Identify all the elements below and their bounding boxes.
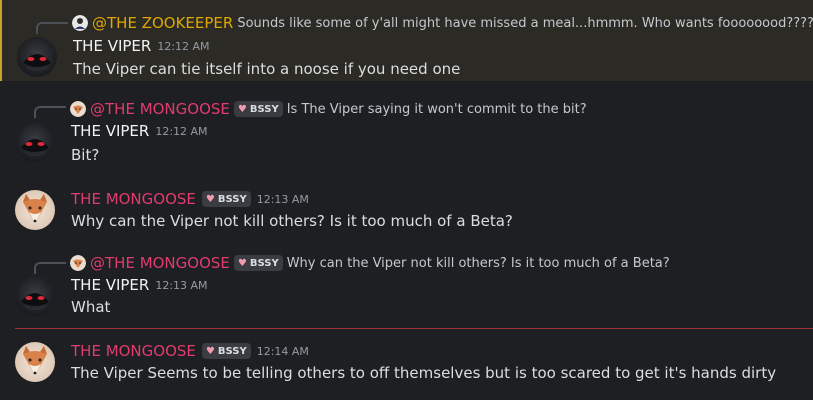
reply-connector xyxy=(34,106,66,118)
badge-label: BSSY xyxy=(249,103,279,115)
timestamp[interactable]: 12:14 AM xyxy=(257,345,309,358)
message-text: What xyxy=(71,298,111,316)
mongoose-avatar-icon xyxy=(70,101,86,117)
author-name[interactable]: THE MONGOOSE xyxy=(71,342,196,360)
role-badge: ♥ BSSY xyxy=(201,343,251,359)
message-text: Why can the Viper not kill others? Is it… xyxy=(71,212,513,230)
message-text: The Viper can tie itself into a noose if… xyxy=(73,60,461,78)
badge-label: BSSY xyxy=(217,193,247,205)
message-item[interactable]: @THE ZOOKEEPER Sounds like some of y'all… xyxy=(0,0,813,81)
heart-icon: ♥ xyxy=(237,103,247,115)
reply-author[interactable]: @THE MONGOOSE xyxy=(90,100,230,118)
badge-label: BSSY xyxy=(217,345,247,357)
avatar[interactable] xyxy=(15,122,55,162)
author-name[interactable]: THE VIPER xyxy=(71,122,149,140)
message-item[interactable]: THE MONGOOSE ♥ BSSY 12:13 AM Why can the… xyxy=(0,184,813,242)
reply-preview[interactable]: @THE MONGOOSE ♥ BSSY Why can the Viper n… xyxy=(70,254,670,272)
badge-label: BSSY xyxy=(249,257,279,269)
timestamp[interactable]: 12:13 AM xyxy=(155,279,207,292)
reply-connector xyxy=(36,22,68,34)
viper-avatar-icon xyxy=(15,122,55,162)
heart-icon: ♥ xyxy=(205,345,215,357)
message-item[interactable]: @THE MONGOOSE ♥ BSSY Why can the Viper n… xyxy=(0,248,813,324)
message-header: THE VIPER 12:12 AM xyxy=(71,122,208,140)
role-badge: ♥ BSSY xyxy=(233,255,283,271)
reply-text[interactable]: Sounds like some of y'all might have mis… xyxy=(237,16,813,31)
reply-text[interactable]: Is The Viper saying it won't commit to t… xyxy=(287,102,587,117)
message-header: THE VIPER 12:13 AM xyxy=(71,276,208,294)
timestamp[interactable]: 12:13 AM xyxy=(257,193,309,206)
reply-text[interactable]: Why can the Viper not kill others? Is it… xyxy=(287,256,670,271)
message-header: THE VIPER 12:12 AM xyxy=(73,37,210,55)
avatar[interactable] xyxy=(15,190,55,230)
author-name[interactable]: THE MONGOOSE xyxy=(71,190,196,208)
role-badge: ♥ BSSY xyxy=(201,191,251,207)
avatar[interactable] xyxy=(15,342,55,382)
zookeeper-avatar-icon xyxy=(72,15,88,31)
message-header: THE MONGOOSE ♥ BSSY 12:13 AM xyxy=(71,190,309,208)
heart-icon: ♥ xyxy=(205,193,215,205)
message-text: The Viper Seems to be telling others to … xyxy=(71,364,777,382)
mongoose-avatar-icon xyxy=(70,255,86,271)
message-header: THE MONGOOSE ♥ BSSY 12:14 AM xyxy=(71,342,309,360)
reply-connector xyxy=(34,262,66,274)
timestamp[interactable]: 12:12 AM xyxy=(157,40,209,53)
heart-icon: ♥ xyxy=(237,257,247,269)
author-name[interactable]: THE VIPER xyxy=(73,37,151,55)
mongoose-avatar-icon xyxy=(15,190,55,230)
timestamp[interactable]: 12:12 AM xyxy=(155,125,207,138)
message-item[interactable]: @THE MONGOOSE ♥ BSSY Is The Viper saying… xyxy=(0,96,813,174)
reply-preview[interactable]: @THE ZOOKEEPER Sounds like some of y'all… xyxy=(72,14,813,32)
reply-preview[interactable]: @THE MONGOOSE ♥ BSSY Is The Viper saying… xyxy=(70,100,587,118)
viper-avatar-icon xyxy=(15,276,55,316)
avatar[interactable] xyxy=(17,37,57,77)
author-name[interactable]: THE VIPER xyxy=(71,276,149,294)
reply-author[interactable]: @THE MONGOOSE xyxy=(90,254,230,272)
message-item[interactable]: THE MONGOOSE ♥ BSSY 12:14 AM The Viper S… xyxy=(0,336,813,396)
chat-log: @THE ZOOKEEPER Sounds like some of y'all… xyxy=(0,0,813,400)
message-text: Bit? xyxy=(71,146,100,164)
reply-author[interactable]: @THE ZOOKEEPER xyxy=(92,14,233,32)
mongoose-avatar-icon xyxy=(15,342,55,382)
viper-avatar-icon xyxy=(17,37,57,77)
new-messages-divider xyxy=(15,328,813,329)
avatar[interactable] xyxy=(15,276,55,316)
role-badge: ♥ BSSY xyxy=(233,101,283,117)
